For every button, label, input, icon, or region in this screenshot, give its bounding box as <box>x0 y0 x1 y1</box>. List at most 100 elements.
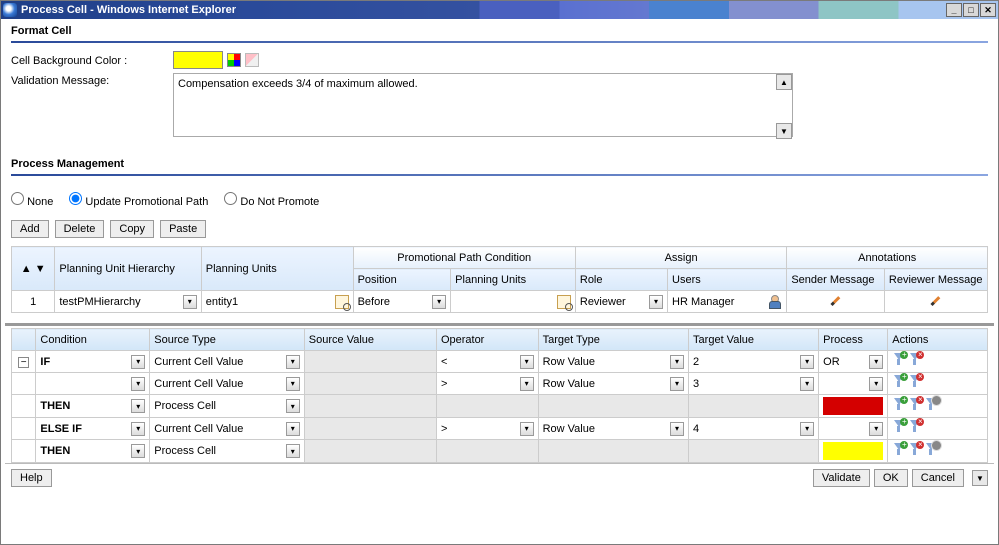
dropdown-icon[interactable]: ▾ <box>286 399 300 413</box>
remove-condition-icon[interactable]: × <box>908 375 922 389</box>
remove-condition-icon[interactable]: × <box>908 420 922 434</box>
dropdown-icon[interactable]: ▾ <box>131 399 145 413</box>
condition-value: ELSE IF <box>40 423 82 435</box>
source-value-cell[interactable] <box>304 351 436 373</box>
help-button[interactable]: Help <box>11 469 52 487</box>
reorder-header[interactable]: ▲ ▼ <box>12 247 55 291</box>
collapse-icon[interactable]: − <box>18 357 29 368</box>
col-users: Users <box>668 269 787 291</box>
table-row[interactable]: THEN▾Process Cell▾+× <box>12 395 988 418</box>
content-area: Format Cell Cell Background Color : Vali… <box>1 19 998 544</box>
operator-value: < <box>441 356 447 368</box>
source-value-cell[interactable] <box>304 440 436 463</box>
cancel-button[interactable]: Cancel <box>912 469 964 487</box>
dropdown-icon[interactable]: ▾ <box>520 377 534 391</box>
format-cell-heading: Format Cell <box>5 19 994 37</box>
delete-button[interactable]: Delete <box>55 220 105 238</box>
table-row[interactable]: ELSE IF▾Current Cell Value▾>▾Row Value▾4… <box>12 418 988 440</box>
dropdown-icon[interactable]: ▾ <box>800 377 814 391</box>
col-expand <box>12 329 36 351</box>
table-row[interactable]: −IF▾Current Cell Value▾<▾Row Value▾2▾OR▾… <box>12 351 988 373</box>
process-color-swatch[interactable] <box>823 397 883 415</box>
dropdown-icon[interactable]: ▾ <box>131 377 145 391</box>
dropdown-icon[interactable]: ▾ <box>131 444 145 458</box>
radio-do-not[interactable]: Do Not Promote <box>224 192 319 208</box>
table-row[interactable]: THEN▾Process Cell▾+× <box>12 440 988 463</box>
minimize-button[interactable]: _ <box>946 3 962 17</box>
source-value-cell[interactable] <box>304 373 436 395</box>
titlebar: Process Cell - Windows Internet Explorer… <box>1 1 998 19</box>
units-cell: entity1 <box>206 296 238 308</box>
dropdown-icon[interactable]: ▾ <box>183 295 197 309</box>
dropdown-icon[interactable]: ▾ <box>670 355 684 369</box>
paste-button[interactable]: Paste <box>160 220 206 238</box>
validate-button[interactable]: Validate <box>813 469 870 487</box>
dropdown-icon[interactable]: ▾ <box>649 295 663 309</box>
remove-condition-icon[interactable]: × <box>908 398 922 412</box>
source-type-value: Current Cell Value <box>154 423 243 435</box>
copy-button[interactable]: Copy <box>110 220 154 238</box>
remove-condition-icon[interactable]: × <box>908 353 922 367</box>
add-condition-icon[interactable]: + <box>892 353 906 367</box>
color-picker-icon[interactable] <box>227 53 241 67</box>
dropdown-icon[interactable]: ▾ <box>286 355 300 369</box>
add-condition-icon[interactable]: + <box>892 398 906 412</box>
table-row[interactable]: ▾Current Cell Value▾>▾Row Value▾3▾▾+× <box>12 373 988 395</box>
table-row[interactable]: 1 testPMHierarchy▾ entity1 Before▾ Revie… <box>12 291 988 313</box>
textarea-scroll-down[interactable]: ▼ <box>776 123 792 139</box>
dropdown-icon[interactable]: ▾ <box>800 422 814 436</box>
dropdown-icon[interactable]: ▾ <box>869 355 883 369</box>
bg-color-swatch[interactable] <box>173 51 223 69</box>
dropdown-icon[interactable]: ▾ <box>670 422 684 436</box>
user-lookup-icon[interactable] <box>768 295 782 309</box>
condition-value: THEN <box>40 400 70 412</box>
col-actions: Actions <box>888 329 988 351</box>
close-button[interactable]: ✕ <box>980 3 996 17</box>
scroll-down-icon[interactable]: ▼ <box>972 470 988 486</box>
col-group-annotations: Annotations <box>787 247 988 269</box>
remove-condition-icon[interactable]: × <box>908 443 922 457</box>
textarea-scroll-up[interactable]: ▲ <box>776 74 792 90</box>
col-puh: Planning Unit Hierarchy <box>55 247 201 291</box>
actions-cell: +× <box>888 395 988 418</box>
dropdown-icon[interactable]: ▾ <box>800 355 814 369</box>
format-cell-form: Cell Background Color : Validation Messa… <box>5 51 994 144</box>
validation-msg-label: Validation Message: <box>11 73 173 87</box>
add-condition-icon[interactable]: + <box>892 443 906 457</box>
process-color-swatch[interactable] <box>823 442 883 460</box>
dropdown-icon[interactable]: ▾ <box>286 377 300 391</box>
dropdown-icon[interactable]: ▾ <box>286 422 300 436</box>
lookup-icon[interactable] <box>335 295 349 309</box>
dropdown-icon[interactable]: ▾ <box>520 422 534 436</box>
edit-reviewer-icon[interactable] <box>929 293 943 307</box>
add-condition-icon[interactable]: + <box>892 420 906 434</box>
settings-icon[interactable] <box>924 398 938 412</box>
divider <box>11 174 988 176</box>
radio-none[interactable]: None <box>11 192 53 208</box>
maximize-button[interactable]: □ <box>963 3 979 17</box>
settings-icon[interactable] <box>924 443 938 457</box>
clear-color-icon[interactable] <box>245 53 259 67</box>
dropdown-icon[interactable]: ▾ <box>670 377 684 391</box>
add-button[interactable]: Add <box>11 220 49 238</box>
dropdown-icon[interactable]: ▾ <box>869 377 883 391</box>
radio-update[interactable]: Update Promotional Path <box>69 192 208 208</box>
source-value-cell[interactable] <box>304 395 436 418</box>
dropdown-icon[interactable]: ▾ <box>869 422 883 436</box>
dropdown-icon[interactable]: ▾ <box>131 355 145 369</box>
validation-message-textarea[interactable] <box>173 73 793 137</box>
process-mgmt-heading: Process Management <box>5 152 994 170</box>
target-type-value: Row Value <box>543 423 595 435</box>
source-value-cell[interactable] <box>304 418 436 440</box>
dropdown-icon[interactable]: ▾ <box>286 444 300 458</box>
actions-cell: +× <box>888 418 988 440</box>
ok-button[interactable]: OK <box>874 469 908 487</box>
edit-sender-icon[interactable] <box>829 293 843 307</box>
add-condition-icon[interactable]: + <box>892 375 906 389</box>
dropdown-icon[interactable]: ▾ <box>520 355 534 369</box>
promotional-path-table: ▲ ▼ Planning Unit Hierarchy Planning Uni… <box>11 246 988 313</box>
lookup-icon[interactable] <box>557 295 571 309</box>
dropdown-icon[interactable]: ▾ <box>131 422 145 436</box>
dropdown-icon[interactable]: ▾ <box>432 295 446 309</box>
condition-value: THEN <box>40 445 70 457</box>
